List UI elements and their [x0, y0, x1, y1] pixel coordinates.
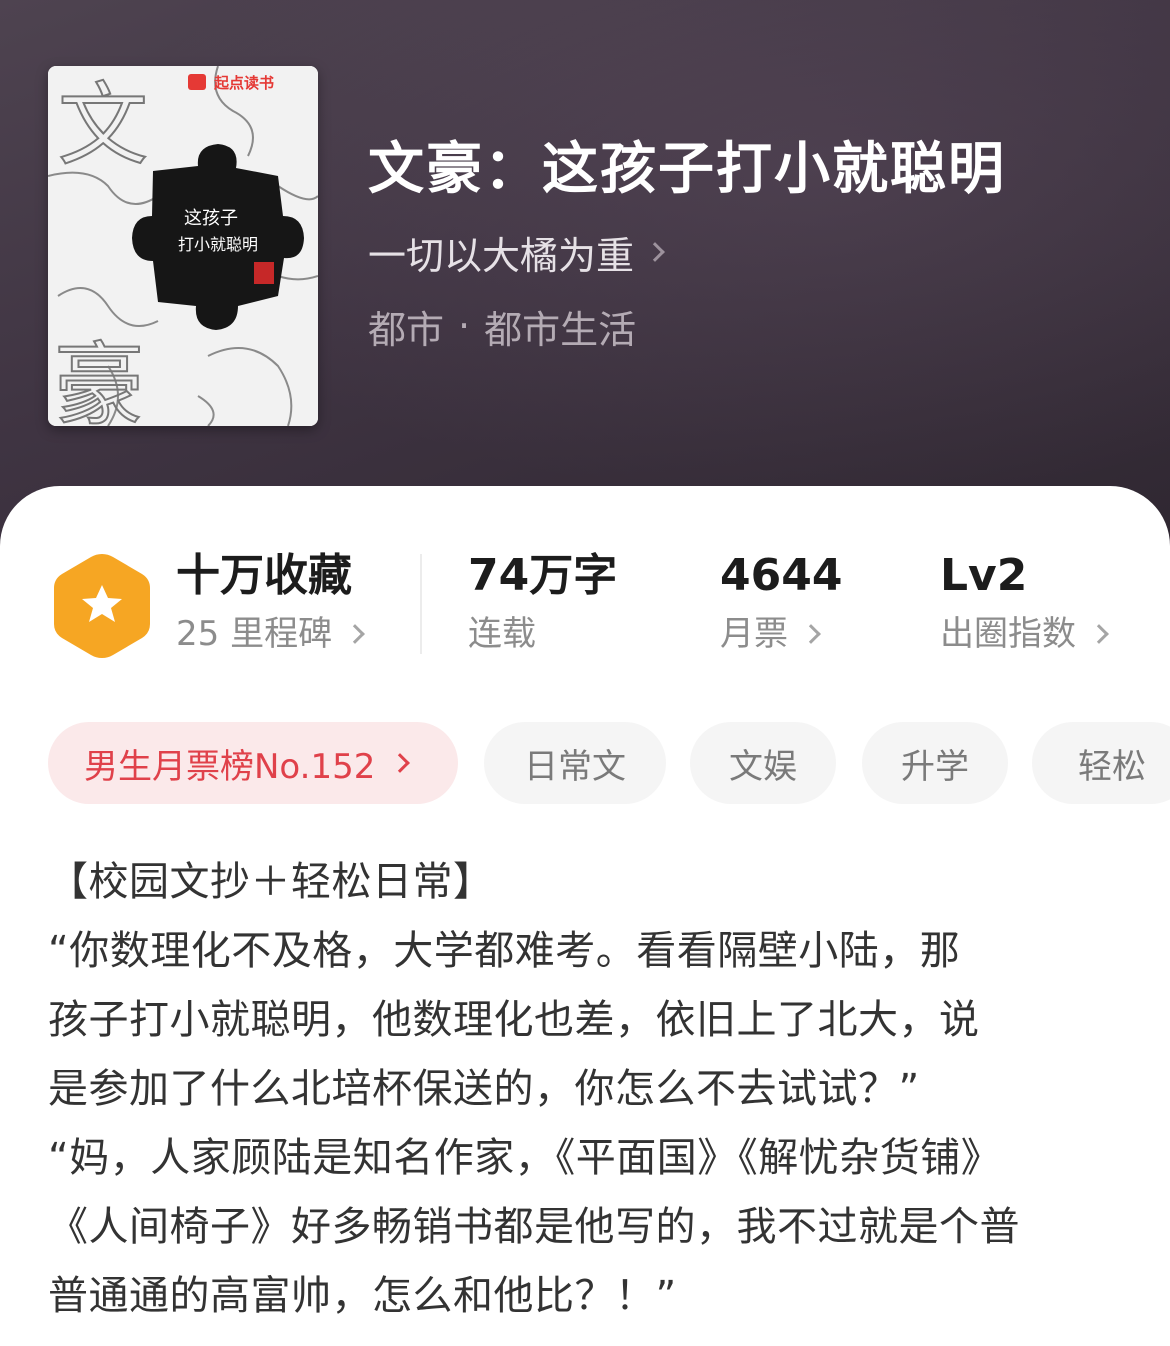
- cover-title-line2: 打小就聪明: [178, 235, 258, 254]
- cover-big-char-1: 文: [58, 73, 148, 178]
- category[interactable]: 都市: [368, 299, 444, 354]
- description-line: 孩子打小就聪明，他数理化也差，依旧上了北大，说: [48, 997, 980, 1043]
- tag-item[interactable]: 日常文: [484, 722, 666, 804]
- stat-popularity-value: Lv2: [940, 550, 1028, 601]
- chevron-right-icon: [390, 753, 411, 773]
- stat-collection-label-row: 25 里程碑: [176, 606, 365, 662]
- publisher-logo-icon: [188, 74, 206, 90]
- description-line: 普通通的高富帅，怎么和他比？！”: [48, 1273, 677, 1319]
- cover-big-char-2: 豪: [54, 333, 144, 426]
- cover-title-line1: 这孩子: [184, 208, 238, 229]
- chevron-right-icon: [645, 242, 665, 262]
- description-line: 《人间椅子》好多畅销书都是他写的，我不过就是个普: [48, 1204, 1020, 1250]
- tag-row: 男生月票榜No.152 日常文 文娱 升学 轻松: [48, 722, 1170, 804]
- book-description: 【校园文抄＋轻松日常】 “你数理化不及格，大学都难考。看看隔壁小陆，那 孩子打小…: [48, 848, 1138, 1331]
- stat-popularity-label: 出圈指数: [940, 614, 1076, 654]
- stats-row: 十万收藏 25 里程碑 74万字 连载 4644 月票 Lv2 出圈指数: [0, 546, 1170, 666]
- stat-word-count: 74万字 连载: [468, 546, 617, 662]
- stat-collection-label: 25 里程碑: [176, 614, 333, 654]
- book-title: 文豪：这孩子打小就聪明: [368, 137, 1006, 202]
- stat-monthly-ticket-label: 月票: [720, 614, 788, 654]
- author-link[interactable]: 一切以大橘为重: [368, 224, 1006, 280]
- book-cover[interactable]: 文 豪 起点读书 这孩子 打小就聪明: [48, 66, 318, 426]
- stats-divider: [420, 554, 422, 654]
- stat-monthly-ticket-value: 4644: [720, 550, 843, 601]
- tag-item[interactable]: 升学: [862, 722, 1008, 804]
- stat-collection-value: 十万收藏: [176, 550, 352, 601]
- chevron-right-icon: [345, 624, 365, 644]
- tag-item[interactable]: 轻松: [1032, 722, 1170, 804]
- description-line: 【校园文抄＋轻松日常】: [48, 859, 494, 905]
- cover-publisher: 起点读书: [213, 74, 274, 92]
- stat-popularity-label-row: 出圈指数: [940, 606, 1109, 662]
- description-line: 是参加了什么北培杯保送的，你怎么不去试试？”: [48, 1066, 920, 1112]
- author-name: 一切以大橘为重: [368, 233, 635, 278]
- title-area: 文豪：这孩子打小就聪明 一切以大橘为重 都市 · 都市生活: [368, 130, 1006, 354]
- cover-seal-icon: [254, 262, 274, 284]
- rank-tag[interactable]: 男生月票榜No.152: [48, 722, 458, 804]
- genre-separator: ·: [458, 304, 471, 348]
- cover-art: 文 豪 起点读书 这孩子 打小就聪明: [48, 66, 318, 426]
- stat-monthly-ticket[interactable]: 4644 月票: [720, 546, 842, 662]
- description-line: “妈，人家顾陆是知名作家，《平面国》《解忧杂货铺》: [48, 1135, 1002, 1181]
- stat-word-count-value: 74万字: [468, 550, 618, 601]
- stat-collection[interactable]: 十万收藏 25 里程碑: [176, 546, 365, 662]
- stat-word-count-label: 连载: [468, 614, 536, 654]
- chevron-right-icon: [801, 624, 821, 644]
- star-hexagon-icon: [54, 554, 150, 658]
- stat-popularity-index[interactable]: Lv2 出圈指数: [940, 546, 1109, 662]
- tag-item[interactable]: 文娱: [690, 722, 836, 804]
- subcategory[interactable]: 都市生活: [484, 299, 636, 354]
- genre-row: 都市 · 都市生活: [368, 298, 1006, 354]
- book-detail-card: 十万收藏 25 里程碑 74万字 连载 4644 月票 Lv2 出圈指数 男生月…: [0, 486, 1170, 1346]
- rank-tag-label: 男生月票榜No.152: [84, 746, 376, 787]
- stat-monthly-ticket-label-row: 月票: [720, 606, 842, 662]
- description-line: “你数理化不及格，大学都难考。看看隔壁小陆，那: [48, 928, 961, 974]
- chevron-right-icon: [1089, 624, 1109, 644]
